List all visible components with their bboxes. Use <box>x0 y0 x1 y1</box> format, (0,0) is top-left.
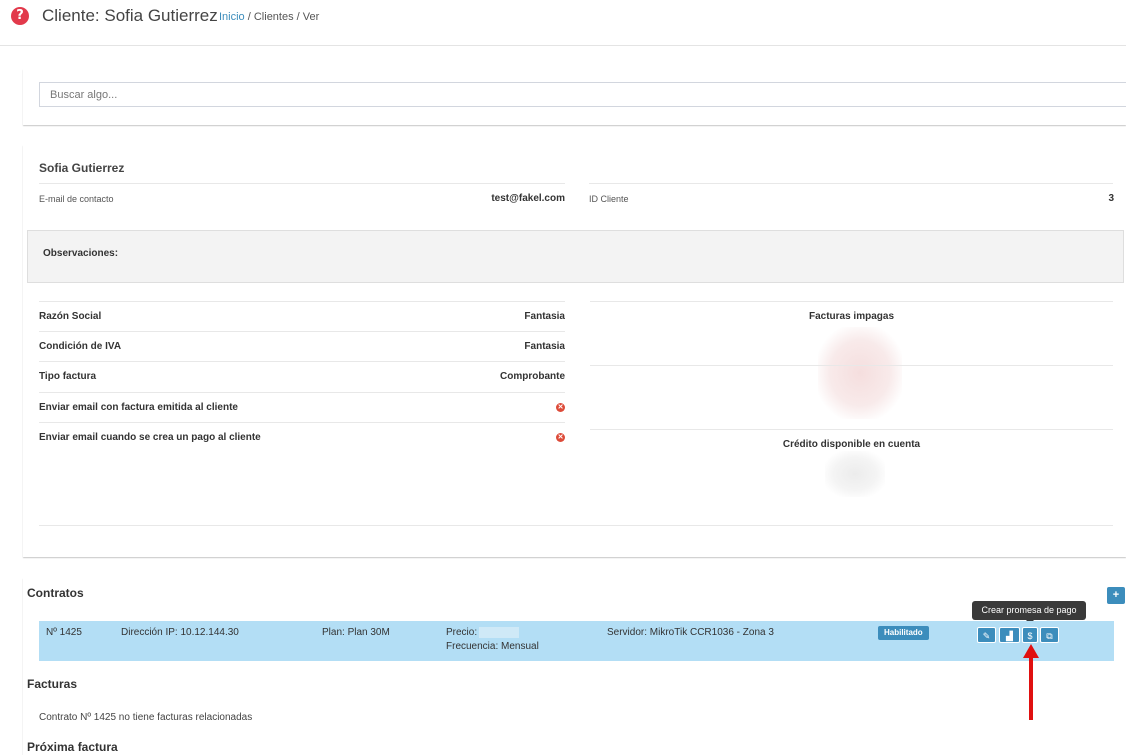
x-circle-icon: ✕ <box>556 433 565 442</box>
search-input[interactable] <box>39 82 1126 107</box>
contract-price: Precio: <box>446 627 520 639</box>
contracts-title: Contratos <box>27 586 84 600</box>
divider <box>39 422 565 423</box>
observations-label: Observaciones: <box>43 248 119 259</box>
invoices-title: Facturas <box>27 677 78 691</box>
divider <box>590 429 1113 430</box>
account-credit-title: Crédito disponible en cuenta <box>782 439 921 450</box>
unpaid-invoices-blurred-value <box>818 327 902 419</box>
no-invoices-message: Contrato Nº 1425 no tiene facturas relac… <box>39 712 253 723</box>
search-panel <box>23 69 1126 125</box>
copy-icon: ⧉ <box>1046 631 1053 641</box>
email-label: E-mail de contacto <box>39 194 114 204</box>
email-value: test@fakel.com <box>491 193 565 204</box>
detail-value: Fantasia <box>524 311 565 322</box>
create-payment-promise-button[interactable]: $ <box>1022 627 1038 643</box>
detail-label: Razón Social <box>39 311 102 322</box>
price-label: Precio: <box>446 627 478 639</box>
breadcrumb: Inicio / Clientes / Ver <box>219 11 319 23</box>
divider <box>39 301 565 302</box>
client-panel: Sofia Gutierrez E-mail de contacto test@… <box>23 145 1126 557</box>
divider <box>39 525 1113 526</box>
contract-server: Servidor: MikroTik CCR1036 - Zona 3 <box>607 627 774 638</box>
x-circle-icon: ✕ <box>556 403 565 412</box>
dollar-icon: $ <box>1027 631 1033 641</box>
detail-label: Condición de IVA <box>39 341 122 352</box>
page-title: Cliente: Sofia Gutierrez <box>42 6 218 25</box>
detail-label: Tipo factura <box>39 371 97 382</box>
client-name: Sofia Gutierrez <box>39 161 125 175</box>
observations-panel: Observaciones: <box>27 230 1124 283</box>
chart-icon: ▟ <box>1006 631 1013 641</box>
detail-label: Enviar email cuando se crea un pago al c… <box>39 432 261 443</box>
divider <box>589 183 1113 184</box>
pencil-icon: ✎ <box>982 631 991 641</box>
contract-row[interactable]: Nº 1425 Dirección IP: 10.12.144.30 Plan:… <box>39 621 1114 661</box>
divider <box>590 301 1113 302</box>
help-circle-icon[interactable]: ? <box>11 7 29 25</box>
top-bar: ? Cliente: Sofia Gutierrez Inicio / Clie… <box>0 0 1126 46</box>
client-id-value: 3 <box>1108 193 1114 204</box>
contract-ip: Dirección IP: 10.12.144.30 <box>121 627 239 638</box>
traffic-chart-button[interactable]: ▟ <box>999 627 1020 643</box>
breadcrumb-rest: / Clientes / Ver <box>244 11 320 23</box>
copy-button[interactable]: ⧉ <box>1040 627 1059 643</box>
detail-value: Fantasia <box>524 341 565 352</box>
price-blurred-value <box>479 627 520 638</box>
divider <box>39 183 565 184</box>
contract-number: Nº 1425 <box>46 627 82 638</box>
contract-plan: Plan: Plan 30M <box>322 627 390 638</box>
status-badge: Habilitado <box>878 626 929 640</box>
edit-button[interactable]: ✎ <box>977 627 996 643</box>
contracts-panel: Contratos + Crear promesa de pago Nº 142… <box>23 578 1126 755</box>
annotation-arrow-shaft <box>1029 654 1033 720</box>
contract-frequency: Frecuencia: Mensual <box>446 641 539 652</box>
client-id-label: ID Cliente <box>589 194 629 204</box>
tooltip: Crear promesa de pago <box>972 601 1086 620</box>
detail-label: Enviar email con factura emitida al clie… <box>39 402 238 413</box>
divider <box>39 361 565 362</box>
divider <box>590 365 1113 366</box>
add-contract-button[interactable]: + <box>1107 587 1125 604</box>
divider <box>39 331 565 332</box>
account-credit-blurred-value <box>825 451 885 497</box>
divider <box>39 392 565 393</box>
unpaid-invoices-title: Facturas impagas <box>808 311 895 322</box>
detail-value: Comprobante <box>500 371 565 382</box>
breadcrumb-home-link[interactable]: Inicio <box>219 11 245 23</box>
next-invoice-title: Próxima factura <box>27 740 118 754</box>
